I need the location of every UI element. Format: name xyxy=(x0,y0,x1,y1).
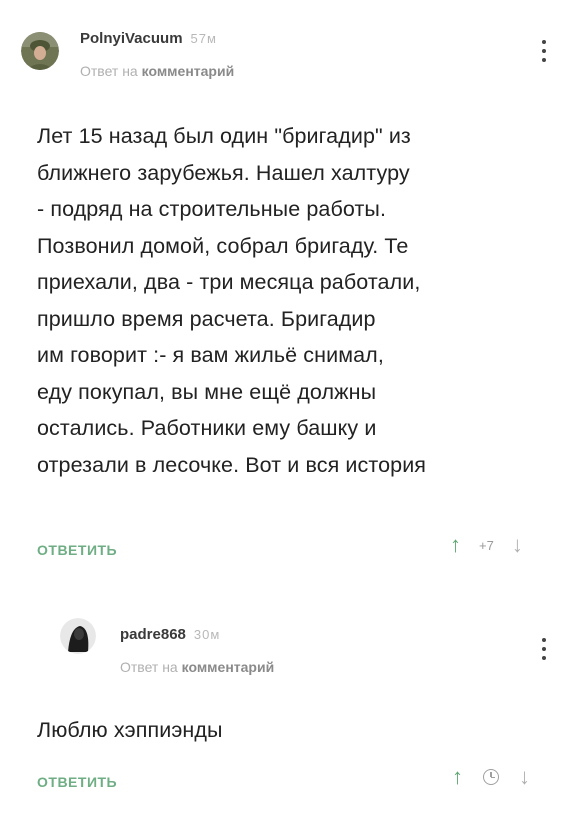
reply-to: Ответ на комментарий xyxy=(120,659,274,675)
rating-score: +7 xyxy=(479,537,494,553)
author-name[interactable]: PolnyiVacuum xyxy=(80,30,183,47)
arrow-down-icon[interactable]: ↓ xyxy=(519,766,530,788)
clock-icon xyxy=(483,769,499,785)
author-name[interactable]: padre868 xyxy=(120,626,186,643)
avatar[interactable] xyxy=(60,618,96,654)
rating: ↑ ↓ xyxy=(452,766,530,788)
reply-to-link[interactable]: комментарий xyxy=(182,659,275,675)
comment-actions: ОТВЕТИТЬ xyxy=(37,774,117,790)
rating: ↑ +7 ↓ xyxy=(450,534,523,556)
comment-time: 30м xyxy=(193,627,221,642)
reply-button[interactable]: ОТВЕТИТЬ xyxy=(37,542,117,558)
reply-to-prefix: Ответ на xyxy=(120,659,178,675)
more-vertical-icon[interactable] xyxy=(541,40,547,62)
reply-to: Ответ на комментарий xyxy=(80,63,234,79)
comment-actions: ОТВЕТИТЬ xyxy=(37,542,117,558)
avatar[interactable] xyxy=(21,32,59,70)
arrow-up-icon[interactable]: ↑ xyxy=(450,534,461,556)
comment-header: padre868 30м xyxy=(120,626,220,643)
reply-button[interactable]: ОТВЕТИТЬ xyxy=(37,774,117,790)
reply-to-link[interactable]: комментарий xyxy=(142,63,235,79)
more-vertical-icon[interactable] xyxy=(541,638,547,660)
arrow-down-icon[interactable]: ↓ xyxy=(512,534,523,556)
comment-header: PolnyiVacuum 57м xyxy=(80,30,217,47)
arrow-up-icon[interactable]: ↑ xyxy=(452,766,463,788)
comment-text: Люблю хэппиэнды xyxy=(37,718,223,742)
comment-text: Лет 15 назад был один "бригадир" из ближ… xyxy=(37,124,427,477)
reply-to-prefix: Ответ на xyxy=(80,63,138,79)
comment-time: 57м xyxy=(190,31,217,46)
